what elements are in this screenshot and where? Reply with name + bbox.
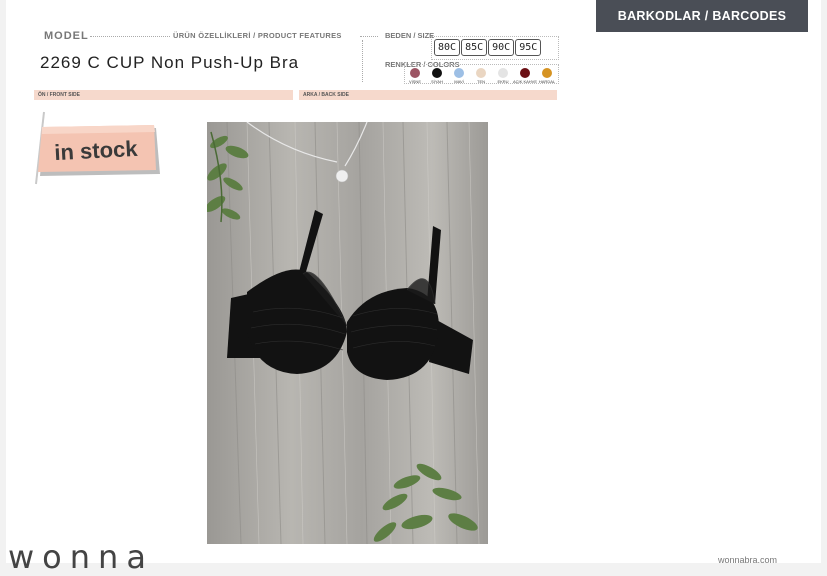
- size-label: BEDEN / SIZE: [385, 31, 435, 40]
- back-side-band: ARKA / BACK SIDE: [299, 90, 557, 100]
- size-option: 85C: [461, 39, 488, 56]
- in-stock-badge-graphic: in stock: [35, 111, 160, 185]
- color-name: TEN: [477, 79, 485, 84]
- color-name: EKRU: [497, 79, 509, 84]
- color-swatch-item: AÇIK KAHVE: [513, 68, 538, 84]
- color-swatch: [498, 68, 508, 78]
- color-swatch-item: TEN: [470, 68, 492, 84]
- color-name: SİYAH: [431, 79, 443, 84]
- features-label: ÜRÜN ÖZELLİKLERİ / PRODUCT FEATURES: [173, 31, 342, 40]
- size-option: 95C: [515, 39, 542, 56]
- color-swatch: [410, 68, 420, 78]
- color-name: HARDAL: [538, 79, 556, 84]
- color-swatch: [476, 68, 486, 78]
- color-name: VİŞNE: [408, 79, 421, 84]
- color-name: AÇIK KAHVE: [513, 79, 538, 84]
- size-options: 80C 85C 90C 95C: [434, 39, 542, 56]
- color-swatch: [454, 68, 464, 78]
- product-photo: [207, 122, 488, 544]
- barcodes-header: BARKODLAR / BARCODES: [596, 0, 808, 32]
- color-swatch-item: HARDAL: [536, 68, 558, 84]
- in-stock-text: in stock: [54, 136, 139, 165]
- dotted-leader: [360, 36, 378, 37]
- in-stock-badge: in stock: [32, 108, 162, 188]
- size-option: 80C: [434, 39, 461, 56]
- brand-logo: wonna: [8, 538, 154, 576]
- dotted-leader: [90, 36, 170, 37]
- model-label: MODEL: [44, 30, 89, 42]
- section-divider: [362, 40, 363, 82]
- color-swatch-item: MAVİ: [448, 68, 470, 84]
- size-option: 90C: [488, 39, 515, 56]
- color-swatches: VİŞNE SİYAH MAVİ TEN EKRU AÇIK KAHVE HAR…: [404, 68, 558, 84]
- color-swatch: [542, 68, 552, 78]
- brand-website: wonnabra.com: [718, 555, 778, 565]
- front-side-band: ÖN / FRONT SIDE: [34, 90, 293, 100]
- color-swatch-item: SİYAH: [426, 68, 448, 84]
- catalog-sheet: MODEL ÜRÜN ÖZELLİKLERİ / PRODUCT FEATURE…: [6, 0, 821, 576]
- color-swatch: [432, 68, 442, 78]
- product-name: 2269 C CUP Non Push-Up Bra: [40, 53, 300, 72]
- color-swatch-item: VİŞNE: [404, 68, 426, 84]
- color-swatch: [520, 68, 530, 78]
- color-name: MAVİ: [454, 79, 464, 84]
- color-swatch-item: EKRU: [492, 68, 514, 84]
- product-photo-graphic: [207, 122, 488, 544]
